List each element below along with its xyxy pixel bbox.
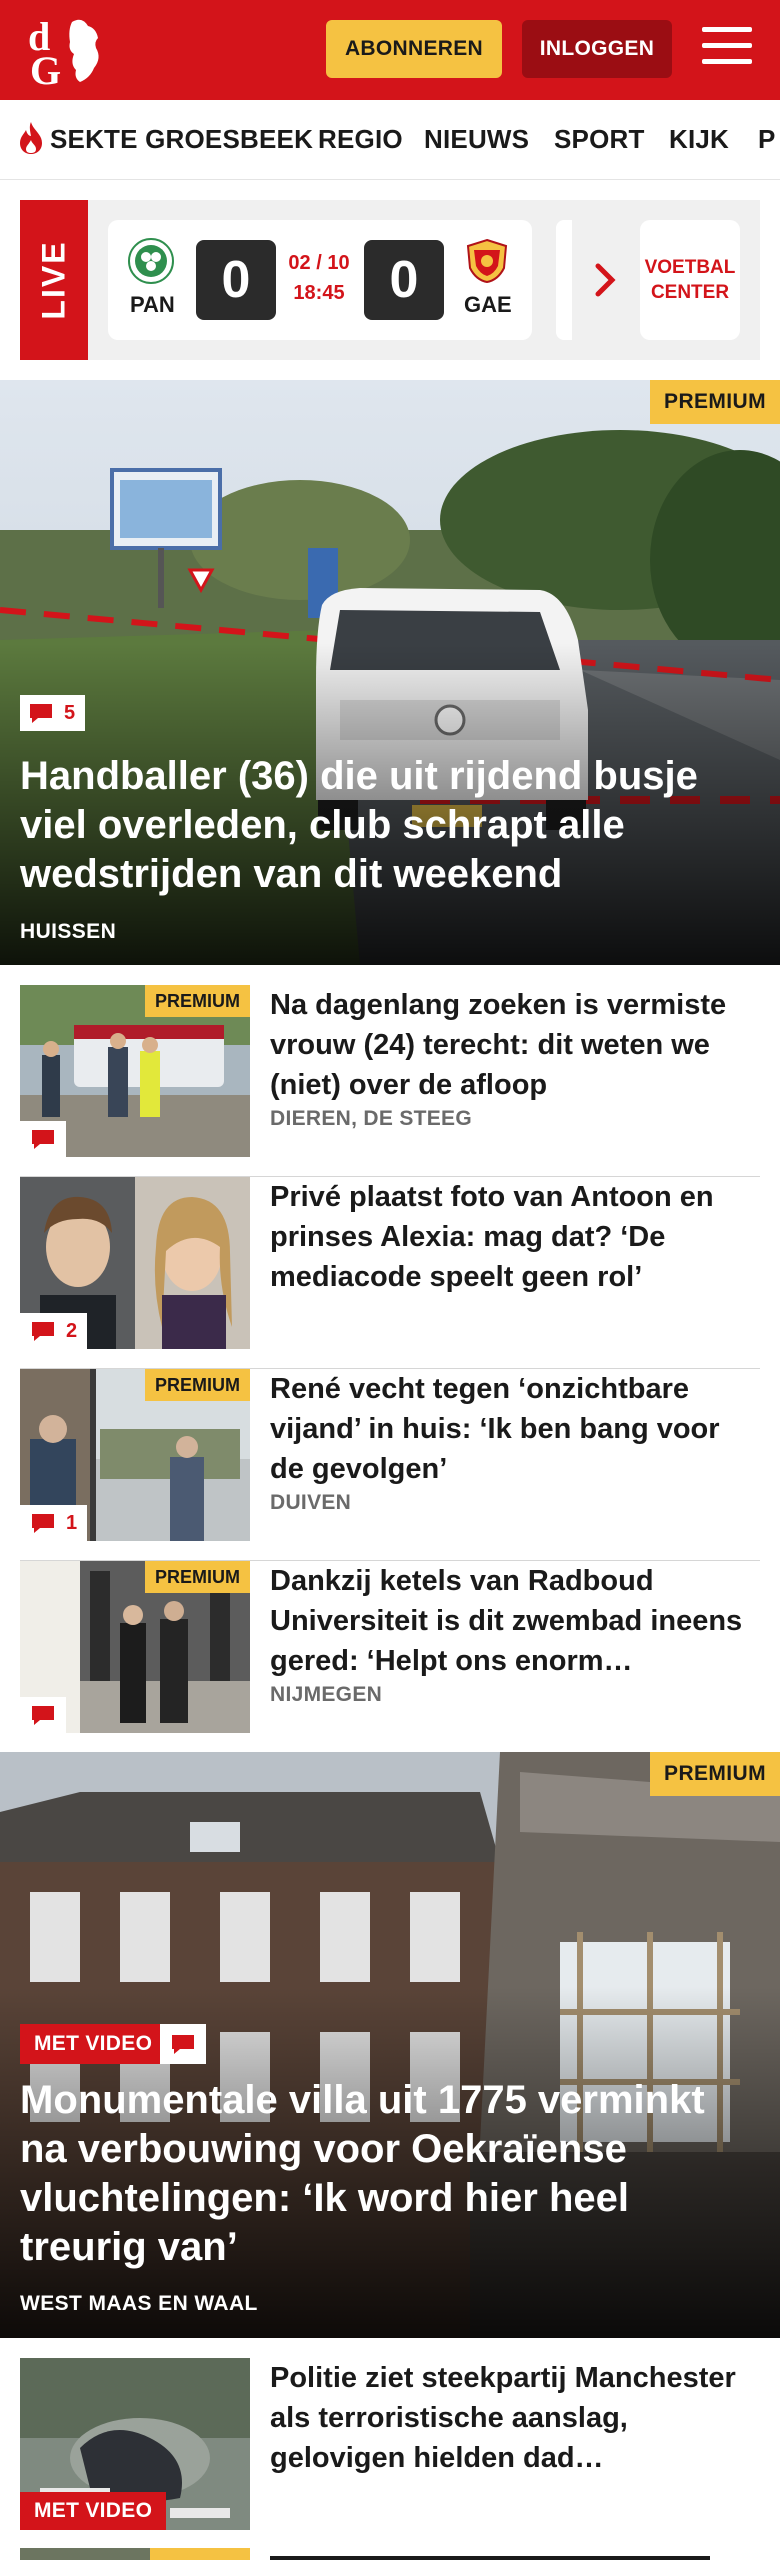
article-thumbnail: PREMIUM bbox=[20, 985, 250, 1157]
home-team-code: PAN bbox=[130, 292, 175, 317]
live-score-widget: LIVE PAN 0 02 / 10 18:45 0 GAE VOETBAL C… bbox=[20, 200, 760, 360]
voetbal-center-link[interactable]: VOETBAL CENTER bbox=[640, 220, 740, 340]
article-location: NIJMEGEN bbox=[270, 1683, 383, 1706]
partial-article-thumbnail[interactable] bbox=[20, 2548, 250, 2560]
premium-badge: PREMIUM bbox=[145, 1369, 250, 1401]
nav-item-regio[interactable]: REGIO bbox=[318, 124, 403, 155]
article-headline[interactable]: Dankzij ketels van Radboud Universiteit … bbox=[270, 1561, 760, 1681]
hero-location: HUISSEN bbox=[20, 920, 117, 943]
section-nav: SEKTE GROESBEEK REGIO NIEUWS SPORT KIJK … bbox=[0, 100, 780, 180]
comment-bubble-icon bbox=[32, 1130, 54, 1149]
comment-bubble-icon bbox=[32, 1514, 54, 1533]
comment-count[interactable]: 1 bbox=[20, 1505, 88, 1541]
hero-location: WEST MAAS EN WAAL bbox=[20, 2292, 258, 2315]
comment-count[interactable] bbox=[20, 1697, 66, 1733]
article-thumbnail: MET VIDEO bbox=[20, 2358, 250, 2530]
premium-badge: PREMIUM bbox=[650, 1752, 780, 1796]
article-thumbnail: PREMIUM 1 bbox=[20, 1369, 250, 1541]
premium-badge: PREMIUM bbox=[145, 985, 250, 1017]
article-headline[interactable]: Na dagenlang zoeken is vermiste vrouw (2… bbox=[270, 985, 760, 1105]
comment-bubble-icon bbox=[32, 1322, 54, 1341]
hamburger-menu-icon[interactable] bbox=[702, 27, 752, 69]
list-item[interactable]: PREMIUM Dankzij ketels van Radboud Unive… bbox=[20, 1561, 760, 1753]
subscribe-button[interactable]: ABONNEREN bbox=[326, 20, 502, 78]
premium-badge: PREMIUM bbox=[145, 1561, 250, 1593]
nav-item-sport[interactable]: SPORT bbox=[554, 124, 645, 155]
hero-headline[interactable]: Monumentale villa uit 1775 verminkt na v… bbox=[20, 2076, 760, 2272]
comment-bubble-icon bbox=[172, 2035, 194, 2054]
comment-count[interactable]: 5 bbox=[20, 695, 86, 731]
comment-count[interactable] bbox=[160, 2024, 206, 2064]
nav-item-sekte-groesbeek[interactable]: SEKTE GROESBEEK bbox=[50, 124, 313, 155]
premium-badge bbox=[150, 2548, 250, 2560]
article-headline[interactable]: Privé plaatst foto van Antoon en prinses… bbox=[270, 1177, 760, 1297]
video-badge: MET VIDEO bbox=[20, 2024, 167, 2064]
article-headline[interactable]: Politie ziet steekpartij Manchester als … bbox=[270, 2358, 760, 2478]
comment-count[interactable]: 2 bbox=[20, 1313, 88, 1349]
hero-article[interactable]: PREMIUM 5 Handballer (36) die uit rijden… bbox=[0, 380, 780, 965]
list-item[interactable]: PREMIUM Na dagenlang zoeken is vermiste … bbox=[20, 985, 760, 1177]
away-team-logo-icon bbox=[466, 238, 508, 284]
match-time: 02 / 10 18:45 bbox=[288, 252, 350, 304]
home-score: 0 bbox=[196, 240, 276, 320]
away-team-code: GAE bbox=[464, 292, 512, 317]
article-location: DUIVEN bbox=[270, 1491, 352, 1514]
flame-icon bbox=[20, 122, 42, 154]
hero-article[interactable]: PREMIUM MET VIDEO Monumentale villa uit … bbox=[0, 1752, 780, 2338]
premium-badge: PREMIUM bbox=[650, 380, 780, 424]
video-badge: MET VIDEO bbox=[20, 2492, 167, 2530]
comment-bubble-icon bbox=[30, 704, 52, 723]
next-match-card-edge[interactable] bbox=[556, 220, 572, 340]
chevron-right-icon[interactable] bbox=[592, 260, 620, 300]
home-team-logo-icon bbox=[128, 238, 174, 284]
comment-count[interactable] bbox=[20, 1121, 66, 1157]
logo[interactable]: d G bbox=[22, 12, 118, 88]
comment-bubble-icon bbox=[32, 1706, 54, 1725]
nav-item-kijk[interactable]: KIJK bbox=[669, 124, 729, 155]
nav-item-overflow[interactable]: P bbox=[758, 124, 776, 155]
svg-text:G: G bbox=[30, 48, 61, 88]
nav-item-nieuws[interactable]: NIEUWS bbox=[424, 124, 529, 155]
hero-headline[interactable]: Handballer (36) die uit rijdend busje vi… bbox=[20, 752, 760, 899]
list-item[interactable]: PREMIUM 1 René vecht tegen ‘onzichtbare … bbox=[20, 1369, 760, 1561]
live-badge: LIVE bbox=[20, 200, 88, 360]
match-card[interactable]: PAN 0 02 / 10 18:45 0 GAE bbox=[108, 220, 532, 340]
article-location: DIEREN, DE STEEG bbox=[270, 1107, 473, 1130]
list-item[interactable]: MET VIDEO Politie ziet steekpartij Manch… bbox=[20, 2358, 760, 2548]
article-headline[interactable]: René vecht tegen ‘onzichtbare vijand’ in… bbox=[270, 1369, 760, 1489]
site-header: d G ABONNEREN INLOGGEN bbox=[0, 0, 780, 100]
partial-article-headline[interactable] bbox=[270, 2550, 760, 2560]
login-button[interactable]: INLOGGEN bbox=[522, 20, 672, 78]
list-item[interactable]: 2 Privé plaatst foto van Antoon en prins… bbox=[20, 1177, 760, 1369]
article-thumbnail: PREMIUM bbox=[20, 1561, 250, 1733]
away-score: 0 bbox=[364, 240, 444, 320]
article-thumbnail: 2 bbox=[20, 1177, 250, 1349]
